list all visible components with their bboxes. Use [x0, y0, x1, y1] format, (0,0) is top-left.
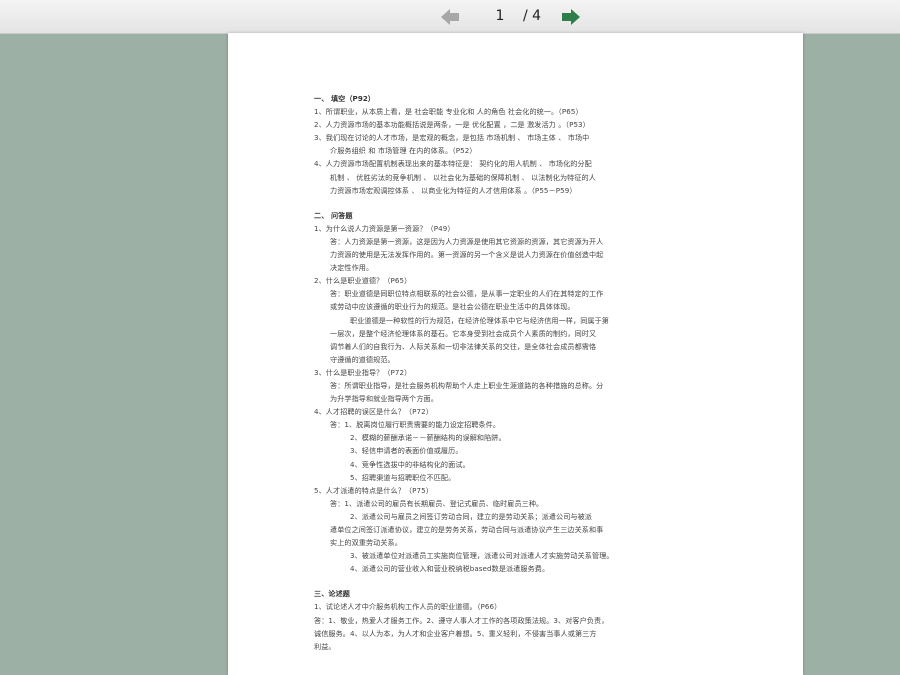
arrow-left-icon — [441, 9, 459, 25]
answer-line: 2、模糊的薪酬承诺－－薪酬结构的误解和陷阱。 — [350, 433, 506, 443]
page-number-total: / 4 — [523, 8, 542, 24]
answer-line: 答：1、脱离岗位履行职责需要的能力设定招聘条件。 — [330, 420, 501, 430]
section-heading-qa: 二、 问答题 — [314, 210, 353, 220]
question-line: 2、什么是职业道德？（P65） — [314, 276, 412, 286]
answer-line: 4、竞争性选拔中的非结构化的面试。 — [350, 459, 470, 469]
question-line: 5、人才派遣的特点是什么？（P75） — [314, 485, 433, 495]
answer-line: 答：所谓职业指导，是社会服务机构帮助个人走上职业生涯道路的各种措施的总称。分 — [330, 380, 604, 390]
pdf-toolbar: 1 / 4 — [0, 0, 900, 34]
next-page-button[interactable] — [560, 7, 582, 27]
text-line: 机制 、 优胜劣汰的竞争机制 、 以社会化为基础的保障机制 、 以法制化为特征的… — [330, 172, 596, 182]
answer-line: 2、派遣公司与雇员之间签订劳动合同，建立的是劳动关系；派遣公司与被派 — [350, 511, 593, 521]
question-line: 3、什么是职业指导？（P72） — [314, 367, 412, 377]
answer-line: 4、派遣公司的营业收入和营业税纳税based数是派遣服务费。 — [350, 564, 550, 574]
document-page: 一、 填空（P92） 1、所谓职业，从本质上看，是 社会职能 专业化和 人的角色… — [228, 33, 803, 675]
answer-line: 力资源的使用是无法发挥作用的。第一资源的另一个含义是说人力资源在价值创造中起 — [330, 250, 604, 260]
answer-line: 遣单位之间签订派遣协议，建立的是劳务关系，劳动合同与派遣协议产生三边关系和事 — [330, 525, 604, 534]
answer-line: 3、轻信申请者的表面价值或履历。 — [350, 446, 463, 456]
section-heading-essay: 三、论述题 — [314, 589, 350, 599]
text-line: 3、我们现在讨论的人才市场，是宏观的概念，是包括 市场机制 、 市场主体 、 市… — [314, 133, 590, 143]
answer-line: 职业道德是一种软性的行为规范，在经济伦理体系中它与经济信用一样，同属于第 — [350, 315, 609, 325]
arrow-right-icon — [562, 9, 580, 25]
answer-line: 答：1、敬业，热爱人才服务工作。2、遵守人事人才工作的各项政策法规。3、对客户负… — [314, 615, 609, 625]
answer-line: 利益。 — [314, 641, 336, 651]
answer-line: 3、被派遣单位对派遣员工实施岗位管理，派遣公司对派遣人才实施劳动关系管理。 — [350, 551, 614, 561]
answer-line: 调节着人们的自我行为、人际关系和一切非法律关系的交往，是全体社会成员都需恪 — [330, 341, 597, 351]
text-line: 2、人力资源市场的基本功能概括说是两条，一是 优化配置 ，二是 激发活力 。（P… — [314, 120, 590, 130]
answer-line: 或劳动中应该遵循的职业行为的规范。是社会公德在职业生活中的具体体现。 — [330, 302, 575, 312]
answer-line: 决定性作用。 — [330, 263, 374, 273]
answer-line: 一层次，是整个经济伦理体系的基石。它本身受到社会成员个人素质的制约，同时又 — [330, 328, 597, 338]
page-number-current[interactable]: 1 — [480, 8, 520, 24]
answer-line: 答：人力资源是第一资源，这是因为人力资源是使用其它资源的资源，其它资源为开人 — [330, 236, 604, 246]
text-line: 力资源市场宏观调控体系 、 以商业化为特征的人才信用体系 。（P55－P59） — [330, 185, 577, 195]
answer-line: 诚信服务。4、以人为本，为人才和企业客户着想。5、重义轻利，不侵害当事人或第三方 — [314, 628, 597, 638]
text-line: 介服务组织 和 市场管理 在内的体系。（P52） — [330, 146, 477, 156]
question-line: 1、为什么说人力资源是第一资源？（P49） — [314, 223, 455, 233]
section-heading-fill-in: 一、 填空（P92） — [314, 94, 376, 103]
answer-line: 实上的双重劳动关系。 — [330, 538, 402, 548]
document-content: 一、 填空（P92） 1、所谓职业，从本质上看，是 社会职能 专业化和 人的角色… — [314, 92, 720, 653]
answer-line: 答：职业道德是同职位特点相联系的社会公德，是从事一定职业的人们在其特定的工作 — [330, 289, 604, 299]
previous-page-button[interactable] — [439, 7, 461, 27]
answer-line: 为升学指导和就业指导两个方面。 — [330, 394, 438, 404]
text-line: 1、所谓职业，从本质上看，是 社会职能 专业化和 人的角色 社会化的统一。（P6… — [314, 107, 583, 117]
question-line: 1、试论述人才中介服务机构工作人员的职业道德。（P66） — [314, 602, 502, 612]
answer-line: 5、招聘渠道与招聘职位不匹配。 — [350, 472, 456, 482]
answer-line: 答：1、派遣公司的雇员有长期雇员、登记式雇员、临时雇员三种。 — [330, 498, 544, 508]
question-line: 4、人才招聘的误区是什么？（P72） — [314, 407, 433, 417]
text-line: 4、人力资源市场配置机制表现出来的基本特征是： 契约化的用人机制 、 市场化的分… — [314, 159, 592, 169]
answer-line: 守遵循的道德规范。 — [330, 354, 395, 364]
